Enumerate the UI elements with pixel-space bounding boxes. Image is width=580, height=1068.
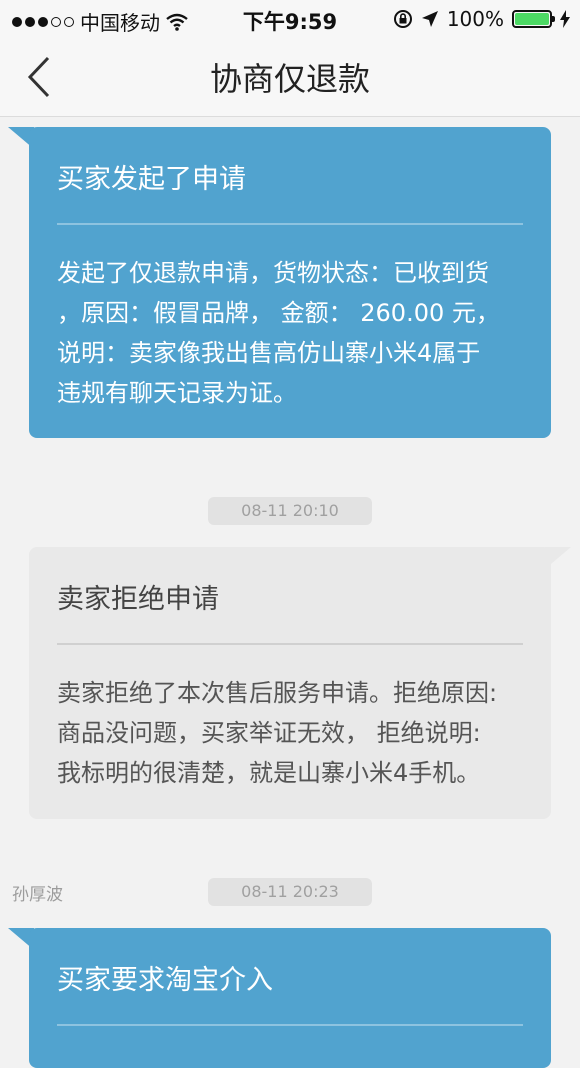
message-title: 卖家拒绝申请 — [57, 584, 219, 615]
status-right: 100% — [393, 7, 570, 31]
location-arrow-icon — [421, 11, 438, 27]
battery-percent: 100% — [446, 7, 504, 31]
battery-fill — [515, 13, 549, 25]
message-title: 买家要求淘宝介入 — [57, 965, 273, 996]
timestamp-badge: 08-11 20:10 — [208, 497, 372, 525]
battery-icon — [512, 10, 555, 28]
timestamp-badge: 08-11 20:23 — [208, 878, 372, 906]
charging-bolt-icon — [560, 10, 570, 28]
sender-name: 孙厚波 — [12, 885, 63, 905]
rotation-lock-icon — [393, 10, 412, 28]
page-title: 协商仅退款 — [209, 60, 370, 98]
status-bar: 中国移动 下午9:59 100% — [0, 0, 580, 38]
message-body: 卖家拒绝了本次售后服务申请。拒绝原因: 商品没问题，买家举证无效， 拒绝说明: … — [57, 679, 498, 787]
message-divider — [57, 1024, 523, 1026]
message-title: 买家发起了申请 — [57, 164, 246, 195]
message-body: 发起了仅退款申请，货物状态：已收到货 ，原因：假冒品牌， 金额： 260.00 … — [57, 259, 500, 407]
message-card-seller-reject: 卖家拒绝申请 卖家拒绝了本次售后服务申请。拒绝原因: 商品没问题，买家举证无效，… — [29, 547, 551, 819]
navigation-bar: 协商仅退款 — [0, 38, 580, 117]
message-card-buyer-request: 买家发起了申请 发起了仅退款申请，货物状态：已收到货 ，原因：假冒品牌， 金额：… — [29, 127, 551, 438]
message-card-buyer-escalate: 买家要求淘宝介入 — [29, 928, 551, 1068]
